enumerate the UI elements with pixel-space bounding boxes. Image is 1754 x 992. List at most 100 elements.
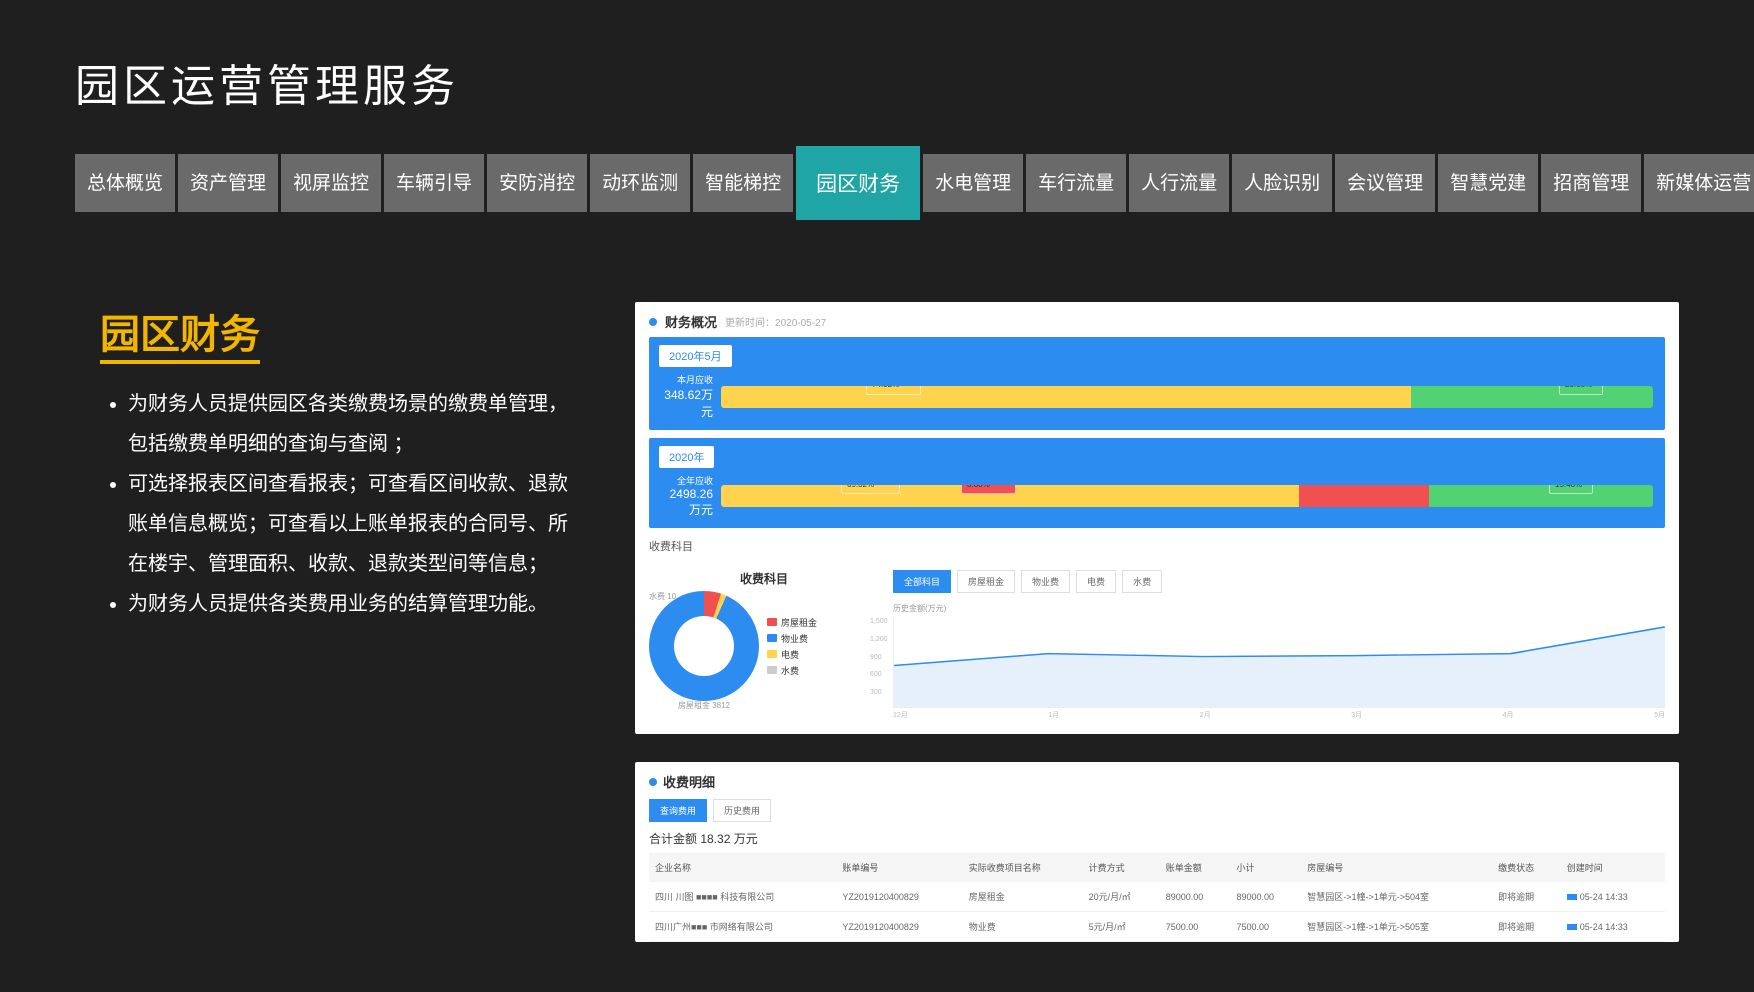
tab-0[interactable]: 总体概览	[75, 154, 175, 212]
pie-title: 收费科目	[649, 570, 879, 587]
bar-amount: 348.62万元	[661, 386, 713, 420]
table-cell: 20元/月/㎡	[1083, 882, 1160, 912]
line-chart: 1,500 1,200 900 600 300	[893, 618, 1665, 708]
tab-3[interactable]: 车辆引导	[384, 154, 484, 212]
table-header: 企业名称	[649, 853, 836, 882]
x-tick: 12月	[893, 710, 908, 720]
filter-btn[interactable]: 全部科目	[893, 570, 951, 593]
legend-item: 水费	[767, 664, 817, 677]
total-amount: 合计金额 18.32 万元	[649, 830, 1665, 847]
tab-13[interactable]: 智慧党建	[1438, 154, 1538, 212]
tooltip-red: 应收金额372.13 万元8.88%	[961, 485, 1016, 494]
table-header: 缴费状态	[1492, 853, 1561, 882]
table-header: 小计	[1230, 853, 1301, 882]
bullet-item: 为财务人员提供园区各类缴费场景的缴费单管理，包括缴费单明细的查询与查阅 ；	[128, 384, 585, 464]
table-row: 四川广州■■■ 市网络有限公司YZ2019120400829物业费5元/月/㎡7…	[649, 912, 1665, 942]
y-tick: 600	[870, 671, 882, 678]
page-title: 园区运营管理服务	[75, 50, 1679, 114]
detail-tab[interactable]: 历史费用	[713, 799, 771, 822]
x-tick: 4月	[1503, 710, 1514, 720]
detail-panel: 收费明细 查询费用历史费用 合计金额 18.32 万元 企业名称账单编号实际收费…	[635, 762, 1679, 942]
x-tick: 5月	[1654, 710, 1665, 720]
x-axis: 12月 1月 2月 3月 4月 5月	[893, 710, 1665, 720]
table-header: 实际收费项目名称	[963, 853, 1083, 882]
x-tick: 2月	[1200, 710, 1211, 720]
tab-1[interactable]: 资产管理	[178, 154, 278, 212]
tab-15[interactable]: 新媒体运营	[1644, 154, 1754, 212]
table-header: 创建时间	[1561, 853, 1665, 882]
tab-4[interactable]: 安防消控	[487, 154, 587, 212]
bullet-item: 为财务人员提供各类费用业务的结算管理功能。	[128, 584, 585, 624]
legend-item: 电费	[767, 648, 817, 661]
table-cell: 房屋租金	[963, 882, 1083, 912]
panel-title: 财务概况	[665, 312, 717, 331]
donut-label: 房屋租金 3812	[678, 700, 730, 711]
finance-overview-panel: 财务概况 更新时间：2020-05-27 2020年5月 本月应收348.62万…	[635, 302, 1679, 734]
tooltip-yellow: 本月实收259.09 万元74.32%	[866, 386, 921, 395]
bar-amount: 2498.26万元	[661, 487, 713, 518]
filter-btn[interactable]: 物业费	[1021, 570, 1070, 593]
y-tick: 1,200	[870, 636, 888, 643]
bullet-item: 可选择报表区间查看报表；可查看区间收款、退款账单信息概览；可查看以上账单报表的合…	[128, 464, 585, 584]
table-cell: 05-24 14:33	[1561, 882, 1665, 912]
tab-11[interactable]: 人脸识别	[1232, 154, 1332, 212]
tab-bar: 总体概览资产管理视屏监控车辆引导安防消控动环监测智能梯控园区财务水电管理车行流量…	[75, 154, 1679, 212]
table-cell: 7500.00	[1160, 912, 1231, 942]
table-cell: 5元/月/㎡	[1083, 912, 1160, 942]
legend-item: 物业费	[767, 632, 817, 645]
tooltip-green: 剩余应收388.3415.48%	[1549, 485, 1593, 494]
table-header: 房屋编号	[1301, 853, 1492, 882]
tab-2[interactable]: 视屏监控	[281, 154, 381, 212]
y-tick: 300	[870, 689, 882, 696]
dot-icon	[649, 778, 657, 786]
month-bar: 2020年5月 本月应收348.62万元 本月实收259.09 万元74.32%…	[649, 337, 1665, 430]
table-cell: 四川广州■■■ 市网络有限公司	[649, 912, 836, 942]
chart-ytitle: 历史金额(万元)	[893, 603, 1665, 614]
legend-item: 房屋租金	[767, 616, 817, 629]
x-tick: 3月	[1351, 710, 1362, 720]
tooltip-yellow: 全年已收1721.79 万元69.32%	[841, 485, 900, 494]
legend: 房屋租金物业费电费水费	[767, 613, 817, 680]
table-cell: 89000.00	[1160, 882, 1231, 912]
tab-12[interactable]: 会议管理	[1335, 154, 1435, 212]
table-cell: 物业费	[963, 912, 1083, 942]
tab-5[interactable]: 动环监测	[590, 154, 690, 212]
detail-table: 企业名称账单编号实际收费项目名称计费方式账单金额小计房屋编号缴费状态创建时间 四…	[649, 853, 1665, 942]
tab-14[interactable]: 招商管理	[1541, 154, 1641, 212]
filter-btn[interactable]: 房屋租金	[957, 570, 1015, 593]
filter-btn[interactable]: 电费	[1076, 570, 1116, 593]
tab-7[interactable]: 园区财务	[796, 146, 920, 220]
table-cell: 89000.00	[1230, 882, 1301, 912]
year-bar: 2020年 全年应收2498.26万元 全年已收1721.79 万元69.32%…	[649, 438, 1665, 528]
table-cell: 7500.00	[1230, 912, 1301, 942]
table-cell: 四川 川图 ■■■■ 科技有限公司	[649, 882, 836, 912]
table-cell: 即将逾期	[1492, 882, 1561, 912]
donut-label: 水费 10	[649, 591, 676, 602]
filter-row: 全部科目房屋租金物业费电费水费	[893, 570, 1665, 593]
filter-btn[interactable]: 水费	[1122, 570, 1162, 593]
y-tick: 1,500	[870, 618, 888, 625]
dot-icon	[649, 318, 657, 326]
table-cell: 智慧园区->1幢->1单元->505室	[1301, 912, 1492, 942]
period-tag: 2020年	[659, 446, 714, 468]
detail-tabs: 查询费用历史费用	[649, 799, 1665, 822]
tab-10[interactable]: 人行流量	[1129, 154, 1229, 212]
panel-title: 收费明细	[663, 772, 715, 791]
table-cell: 智慧园区->1幢->1单元->504室	[1301, 882, 1492, 912]
bar-label: 全年应收	[661, 474, 713, 487]
x-tick: 1月	[1048, 710, 1059, 720]
update-time: 更新时间：2020-05-27	[725, 314, 826, 329]
table-header: 计费方式	[1083, 853, 1160, 882]
donut-chart	[649, 591, 759, 701]
y-tick: 900	[870, 654, 882, 661]
tab-8[interactable]: 水电管理	[923, 154, 1023, 212]
table-cell: YZ2019120400829	[836, 882, 962, 912]
table-cell: 05-24 14:33	[1561, 912, 1665, 942]
bullet-list: 为财务人员提供园区各类缴费场景的缴费单管理，包括缴费单明细的查询与查阅 ；可选择…	[100, 384, 585, 624]
detail-tab[interactable]: 查询费用	[649, 799, 707, 822]
tab-6[interactable]: 智能梯控	[693, 154, 793, 212]
tab-9[interactable]: 车行流量	[1026, 154, 1126, 212]
bar-label: 本月应收	[661, 373, 713, 386]
table-header: 账单编号	[836, 853, 962, 882]
table-header: 账单金额	[1160, 853, 1231, 882]
